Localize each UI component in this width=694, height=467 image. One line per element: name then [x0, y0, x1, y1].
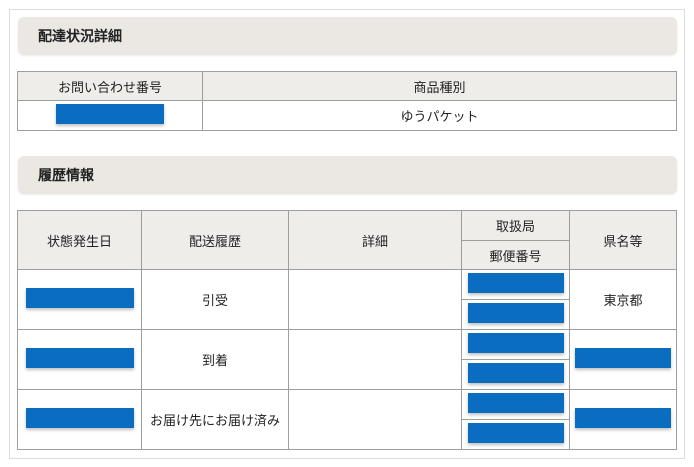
- header-postal-code: 郵便番号: [461, 240, 570, 270]
- section-title: 配達状況詳細: [38, 29, 122, 45]
- summary-table: お問い合わせ番号 商品種別 ゆうパケット: [17, 71, 677, 131]
- section-header-delivery-detail: 配達状況詳細: [18, 17, 677, 55]
- prefecture-cell: [569, 329, 677, 390]
- redacted-date: [25, 407, 134, 428]
- product-type-cell: ゆうパケット: [202, 100, 677, 131]
- event-cell: 到着: [141, 329, 289, 390]
- section-title: 履歴情報: [38, 168, 94, 184]
- header-date: 状態発生日: [17, 210, 142, 270]
- detail-cell: [288, 269, 462, 330]
- redacted-prefecture: [575, 407, 671, 428]
- header-office: 取扱局: [461, 210, 570, 241]
- postal-code-cell: [461, 419, 570, 450]
- prefecture-cell: [569, 389, 677, 450]
- event-cell: お届け先にお届け済み: [141, 389, 289, 450]
- history-table: 状態発生日 配送履歴 詳細 取扱局 県名等 郵便番号 引受 東京都 到着 お届け…: [17, 210, 677, 450]
- header-event: 配送履歴: [141, 210, 289, 270]
- event-cell: 引受: [141, 269, 289, 330]
- redacted-date: [25, 287, 134, 308]
- postal-code-cell: [461, 299, 570, 330]
- redacted-office: [467, 272, 564, 293]
- table-row: お届け先にお届け済み: [17, 389, 677, 450]
- redacted-postal-code: [467, 362, 564, 383]
- redacted-prefecture: [575, 347, 671, 368]
- header-tracking-number: お問い合わせ番号: [17, 71, 203, 101]
- detail-cell: [288, 389, 462, 450]
- office-cell: [461, 329, 570, 360]
- postal-code-cell: [461, 359, 570, 390]
- office-cell: [461, 389, 570, 420]
- prefecture-cell: 東京都: [569, 269, 677, 330]
- section-header-history: 履歴情報: [18, 156, 677, 194]
- table-row: 引受 東京都: [17, 269, 677, 330]
- redacted-postal-code: [467, 302, 564, 323]
- redacted-tracking-number: [56, 103, 164, 124]
- redacted-office: [467, 392, 564, 413]
- date-cell: [17, 389, 142, 450]
- tracking-number-cell: [17, 100, 203, 131]
- redacted-postal-code: [467, 422, 564, 443]
- office-cell: [461, 269, 570, 300]
- header-product-type: 商品種別: [202, 71, 677, 101]
- date-cell: [17, 269, 142, 330]
- detail-cell: [288, 329, 462, 390]
- redacted-office: [467, 332, 564, 353]
- table-row: 到着: [17, 329, 677, 390]
- date-cell: [17, 329, 142, 390]
- header-detail: 詳細: [288, 210, 462, 270]
- redacted-date: [25, 347, 134, 368]
- header-prefecture: 県名等: [569, 210, 677, 270]
